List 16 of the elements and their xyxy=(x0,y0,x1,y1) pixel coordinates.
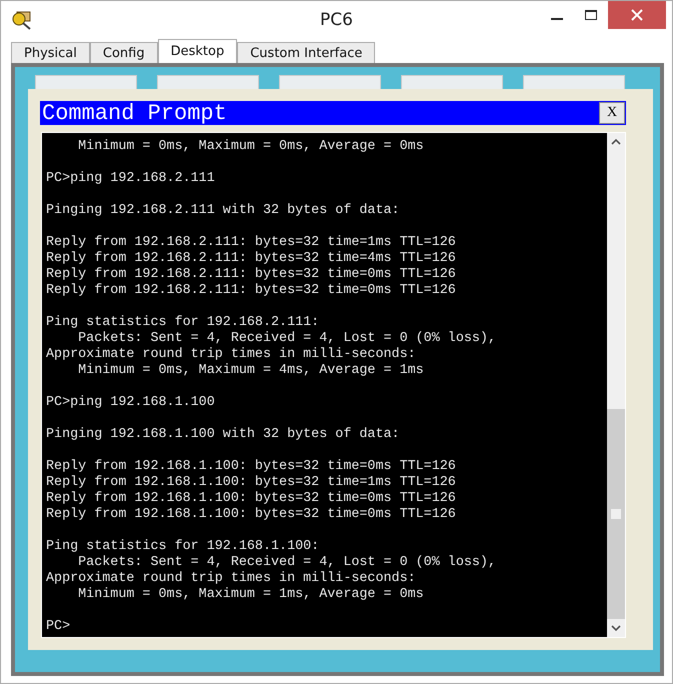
dialog-title: Command Prompt xyxy=(42,100,227,126)
tab[interactable]: Config xyxy=(90,42,158,63)
scrollbar[interactable] xyxy=(607,133,625,637)
scroll-thumb[interactable] xyxy=(607,409,625,619)
close-button[interactable] xyxy=(608,1,666,29)
tab[interactable]: Desktop xyxy=(158,39,238,63)
grip-icon xyxy=(611,509,621,519)
window-title: PC6 xyxy=(320,10,353,30)
tab[interactable]: Physical xyxy=(11,42,90,63)
close-button[interactable]: X xyxy=(599,102,625,124)
terminal-output: Minimum = 0ms, Maximum = 0ms, Average = 0ms PC>ping 192.168.2.111 Pinging 192.168.2.111 with 32 bytes of data: Reply from 192.168.2.111: bytes=32 time=1ms TTL=126 Reply from 192.168.2.111: bytes=32 time=4ms TTL=126 Reply from 192.168.2.111: bytes=32 time=0ms TTL=126 Reply from 192.168.2.111: bytes=32 time=0ms TTL=126 Ping statistics for 192.168.2.111: Packets: Sent = 4, Received = 4, Lost = 0 (0% loss), Approximate round trip times in milli-seconds: Minimum = 0ms, Maximum = 4ms, Average = 1ms PC>ping 192.168.1.100 Pinging 192.168.1.100 with 32 bytes of data: Reply from 192.168.1.100: bytes=32 time=0ms TTL=126 Reply from 192.168.1.100: bytes=32 time=1ms TTL=126 Reply from 192.168.1.100: bytes=32 time=0ms TTL=126 Reply from 192.168.1.100: bytes=32 time=0ms TTL=126 Ping statistics for 192.168.1.100: Packets: Sent = 4, Received = 4, Lost = 0 (0% loss), Approximate round trip times in milli-seconds: Minimum = 0ms, Maximum = 1ms, Average = 0ms PC> xyxy=(42,133,607,637)
tab[interactable]: Custom Interface xyxy=(237,42,376,63)
app-icon xyxy=(11,9,33,31)
close-icon xyxy=(631,9,643,21)
maximize-icon xyxy=(584,9,598,21)
minimize-icon xyxy=(551,18,563,20)
